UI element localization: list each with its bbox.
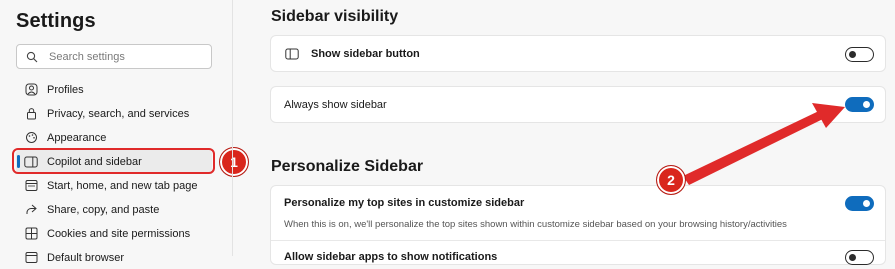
toggle-knob	[849, 254, 856, 261]
always-show-sidebar-label: Always show sidebar	[284, 99, 387, 111]
toggle-knob	[863, 200, 870, 207]
sidebar-notifications-label: Allow sidebar apps to show notifications	[284, 251, 498, 263]
sidebar-divider	[232, 0, 233, 256]
sidebar-item-profiles[interactable]: Profiles	[16, 78, 212, 101]
section-title-sidebar-visibility: Sidebar visibility	[271, 8, 399, 25]
browser-icon	[24, 251, 38, 265]
always-show-sidebar-toggle[interactable]	[845, 97, 874, 112]
share-icon	[24, 203, 38, 217]
sidebar-item-label: Profiles	[47, 83, 84, 96]
settings-title: Settings	[16, 10, 96, 32]
personalize-top-sites-label: Personalize my top sites in customize si…	[284, 197, 525, 209]
annotation-highlight-box	[12, 148, 215, 174]
sidebar-item-label: Default browser	[47, 251, 125, 264]
row-separator	[271, 240, 885, 241]
sidebar-item-label: Share, copy, and paste	[47, 203, 160, 216]
annotation-badge-1: 1	[219, 147, 249, 177]
sidebar-item-privacy[interactable]: Privacy, search, and services	[16, 102, 212, 125]
settings-sidebar: Settings Profiles Privacy, search, and s…	[0, 0, 249, 264]
show-sidebar-button-label: Show sidebar button	[311, 48, 420, 60]
setting-card-always-show-sidebar: Always show sidebar	[270, 86, 886, 123]
show-sidebar-button-toggle[interactable]	[845, 47, 874, 62]
sidebar-item-label: Privacy, search, and services	[47, 107, 190, 120]
sidebar-notifications-toggle[interactable]	[845, 250, 874, 265]
sidebar-icon	[285, 47, 299, 65]
sidebar-item-start-home-new-tab[interactable]: Start, home, and new tab page	[16, 174, 212, 197]
sidebar-item-label: Start, home, and new tab page	[47, 179, 198, 192]
search-icon	[26, 50, 40, 64]
sidebar-item-appearance[interactable]: Appearance	[16, 126, 212, 149]
toggle-knob	[863, 101, 870, 108]
search-input[interactable]	[49, 50, 199, 63]
sidebar-item-default-browser[interactable]: Default browser	[16, 246, 212, 269]
sidebar-item-label: Appearance	[47, 131, 107, 144]
search-settings-box[interactable]	[16, 44, 212, 69]
setting-card-personalize: Personalize my top sites in customize si…	[270, 185, 886, 265]
annotation-badge-2: 2	[656, 165, 686, 195]
personalize-top-sites-toggle[interactable]	[845, 196, 874, 211]
sidebar-item-share-copy-paste[interactable]: Share, copy, and paste	[16, 198, 212, 221]
profile-icon	[24, 83, 38, 97]
section-title-personalize-sidebar: Personalize Sidebar	[271, 158, 424, 175]
sidebar-item-label: Cookies and site permissions	[47, 227, 191, 240]
personalize-top-sites-description: When this is on, we'll personalize the t…	[284, 219, 787, 230]
cookies-icon	[24, 227, 38, 241]
setting-card-show-sidebar-button: Show sidebar button	[270, 35, 886, 72]
toggle-knob	[849, 51, 856, 58]
lock-icon	[24, 107, 38, 121]
home-icon	[24, 179, 38, 193]
appearance-icon	[24, 131, 38, 145]
sidebar-item-cookies[interactable]: Cookies and site permissions	[16, 222, 212, 245]
